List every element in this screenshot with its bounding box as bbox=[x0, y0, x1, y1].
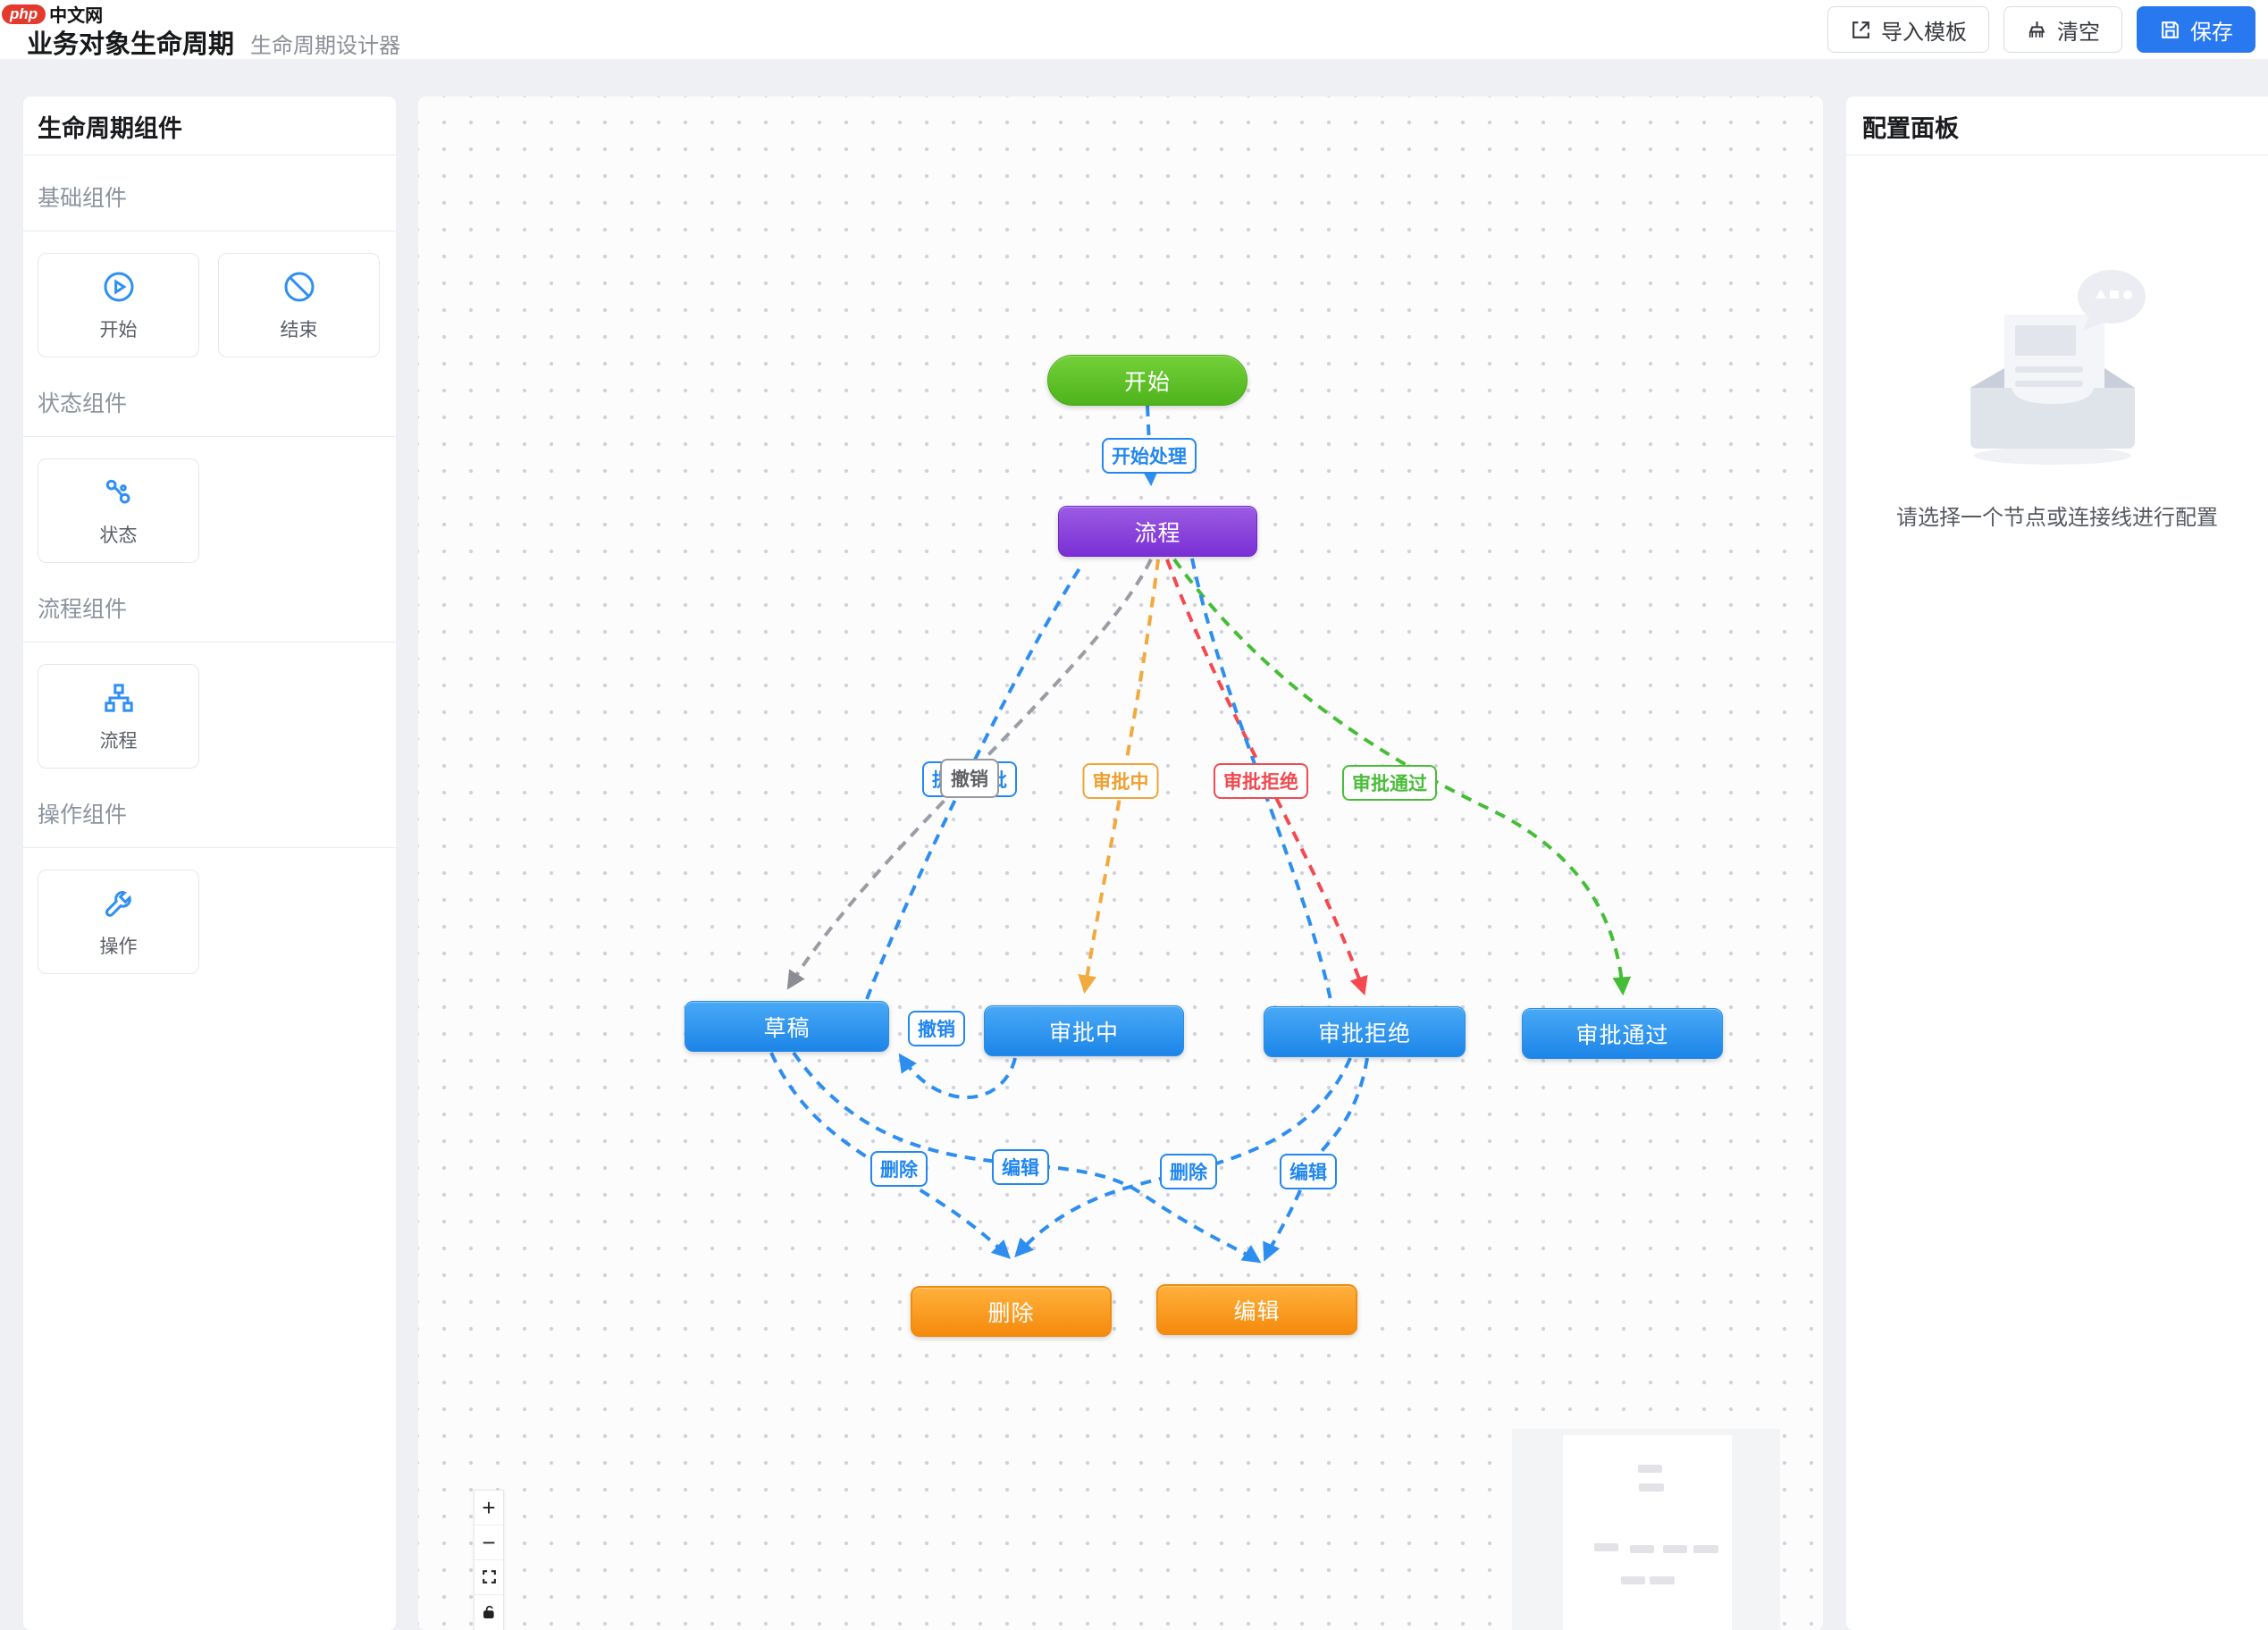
zoom-toolbar: + − bbox=[474, 1490, 504, 1630]
edge-label-start-process[interactable]: 开始处理 bbox=[1102, 438, 1197, 474]
fit-view-button[interactable] bbox=[475, 1560, 503, 1595]
minimap-node bbox=[1621, 1576, 1645, 1584]
component-sidebar: 生命周期组件 基础组件 开始 结束 状态组件 bbox=[23, 97, 396, 1630]
component-card-state[interactable]: 状态 bbox=[38, 458, 199, 563]
section-process-cards: 流程 bbox=[23, 643, 396, 772]
edge-label-delete-1[interactable]: 删除 bbox=[870, 1151, 928, 1187]
fullscreen-icon bbox=[481, 1564, 498, 1592]
edge-label-edit-2[interactable]: 编辑 bbox=[1280, 1154, 1337, 1189]
edge-label-rejected[interactable]: 审批拒绝 bbox=[1214, 763, 1308, 799]
flow-canvas[interactable]: 开始 流程 草稿 审批中 审批拒绝 审批通过 删除 编辑 开始处理 提交审批 撤… bbox=[418, 97, 1823, 1630]
minimap-node bbox=[1650, 1576, 1675, 1584]
app-header: php 中文网 业务对象生命周期 生命周期设计器 导入模板 清空 bbox=[0, 0, 2268, 59]
edge-label-revoke-blue[interactable]: 撤销 bbox=[908, 1011, 965, 1046]
wrench-icon bbox=[101, 886, 137, 921]
import-template-button[interactable]: 导入模板 bbox=[1827, 6, 1989, 53]
import-icon bbox=[1850, 19, 1872, 41]
empty-inbox-illustration bbox=[1919, 263, 2196, 482]
title-row: 业务对象生命周期 生命周期设计器 bbox=[27, 23, 400, 61]
edge-label-approving[interactable]: 审批中 bbox=[1083, 763, 1159, 799]
edge-approving-to-draft[interactable] bbox=[901, 1056, 1015, 1097]
page-title: 业务对象生命周期 bbox=[27, 23, 234, 61]
header-actions: 导入模板 清空 保存 bbox=[1827, 6, 2255, 53]
php-logo-badge: php bbox=[2, 4, 46, 24]
config-empty-state: 请选择一个节点或连接线进行配置 bbox=[1846, 263, 2268, 531]
section-process-label: 流程组件 bbox=[23, 567, 396, 643]
component-card-label: 状态 bbox=[100, 521, 138, 548]
edge-label-edit-1[interactable]: 编辑 bbox=[992, 1149, 1049, 1185]
minimap-node bbox=[1639, 1483, 1664, 1491]
config-panel-title: 配置面板 bbox=[1846, 97, 2268, 155]
minimap-node bbox=[1630, 1545, 1654, 1553]
edge-label-approved[interactable]: 审批通过 bbox=[1342, 765, 1437, 801]
broom-icon bbox=[2026, 19, 2048, 41]
node-process[interactable]: 流程 bbox=[1058, 506, 1257, 557]
sidebar-title: 生命周期组件 bbox=[23, 97, 396, 155]
save-icon bbox=[2159, 19, 2181, 41]
zoom-in-button[interactable]: + bbox=[475, 1491, 503, 1525]
config-panel: 配置面板 请选择一个节点或连 bbox=[1846, 97, 2268, 1630]
save-label: 保存 bbox=[2190, 14, 2233, 46]
node-rejected[interactable]: 审批拒绝 bbox=[1264, 1006, 1466, 1057]
edge-label-delete-2[interactable]: 删除 bbox=[1160, 1154, 1217, 1189]
component-card-process[interactable]: 流程 bbox=[38, 664, 199, 769]
minimap-node bbox=[1594, 1543, 1618, 1551]
minimap[interactable] bbox=[1512, 1429, 1780, 1630]
section-state-cards: 状态 bbox=[23, 437, 396, 567]
component-card-label: 结束 bbox=[281, 315, 318, 342]
node-approved[interactable]: 审批通过 bbox=[1522, 1008, 1723, 1059]
component-card-action[interactable]: 操作 bbox=[38, 870, 199, 974]
unlock-icon bbox=[482, 1599, 497, 1626]
zoom-out-button[interactable]: − bbox=[475, 1525, 503, 1560]
node-draft[interactable]: 草稿 bbox=[685, 1001, 889, 1052]
component-card-start[interactable]: 开始 bbox=[38, 253, 199, 357]
section-state-label: 状态组件 bbox=[23, 361, 396, 437]
sitemap-icon bbox=[101, 680, 137, 716]
config-empty-text: 请选择一个节点或连接线进行配置 bbox=[1896, 500, 2218, 531]
minimap-viewport bbox=[1563, 1435, 1732, 1630]
section-action-label: 操作组件 bbox=[23, 772, 396, 848]
workspace: 生命周期组件 基础组件 开始 结束 状态组件 bbox=[0, 97, 2268, 1630]
lock-button[interactable] bbox=[475, 1595, 503, 1630]
node-delete[interactable]: 删除 bbox=[911, 1286, 1112, 1337]
component-card-label: 流程 bbox=[100, 727, 138, 753]
node-edit[interactable]: 编辑 bbox=[1156, 1284, 1357, 1335]
section-action-cards: 操作 bbox=[23, 848, 396, 978]
edge-label-revoke-gray[interactable]: 撤销 bbox=[940, 759, 999, 798]
minimap-node bbox=[1693, 1545, 1718, 1553]
stop-circle-icon bbox=[281, 269, 317, 305]
section-basic-cards: 开始 结束 bbox=[23, 231, 396, 361]
page-subtitle: 生命周期设计器 bbox=[250, 28, 400, 59]
minimap-node bbox=[1638, 1465, 1662, 1473]
section-basic-label: 基础组件 bbox=[23, 155, 396, 231]
node-start[interactable]: 开始 bbox=[1047, 355, 1247, 406]
import-label: 导入模板 bbox=[1881, 14, 1967, 46]
edges-layer bbox=[418, 97, 1823, 1630]
minimap-node bbox=[1663, 1545, 1687, 1553]
clear-label: 清空 bbox=[2057, 14, 2100, 46]
clear-button[interactable]: 清空 bbox=[2003, 6, 2122, 53]
save-button[interactable]: 保存 bbox=[2137, 6, 2255, 53]
component-card-end[interactable]: 结束 bbox=[218, 253, 380, 357]
share-nodes-icon bbox=[101, 475, 137, 510]
component-card-label: 开始 bbox=[100, 315, 138, 342]
component-card-label: 操作 bbox=[100, 932, 138, 959]
play-circle-icon bbox=[101, 269, 137, 305]
node-approving[interactable]: 审批中 bbox=[984, 1005, 1184, 1056]
